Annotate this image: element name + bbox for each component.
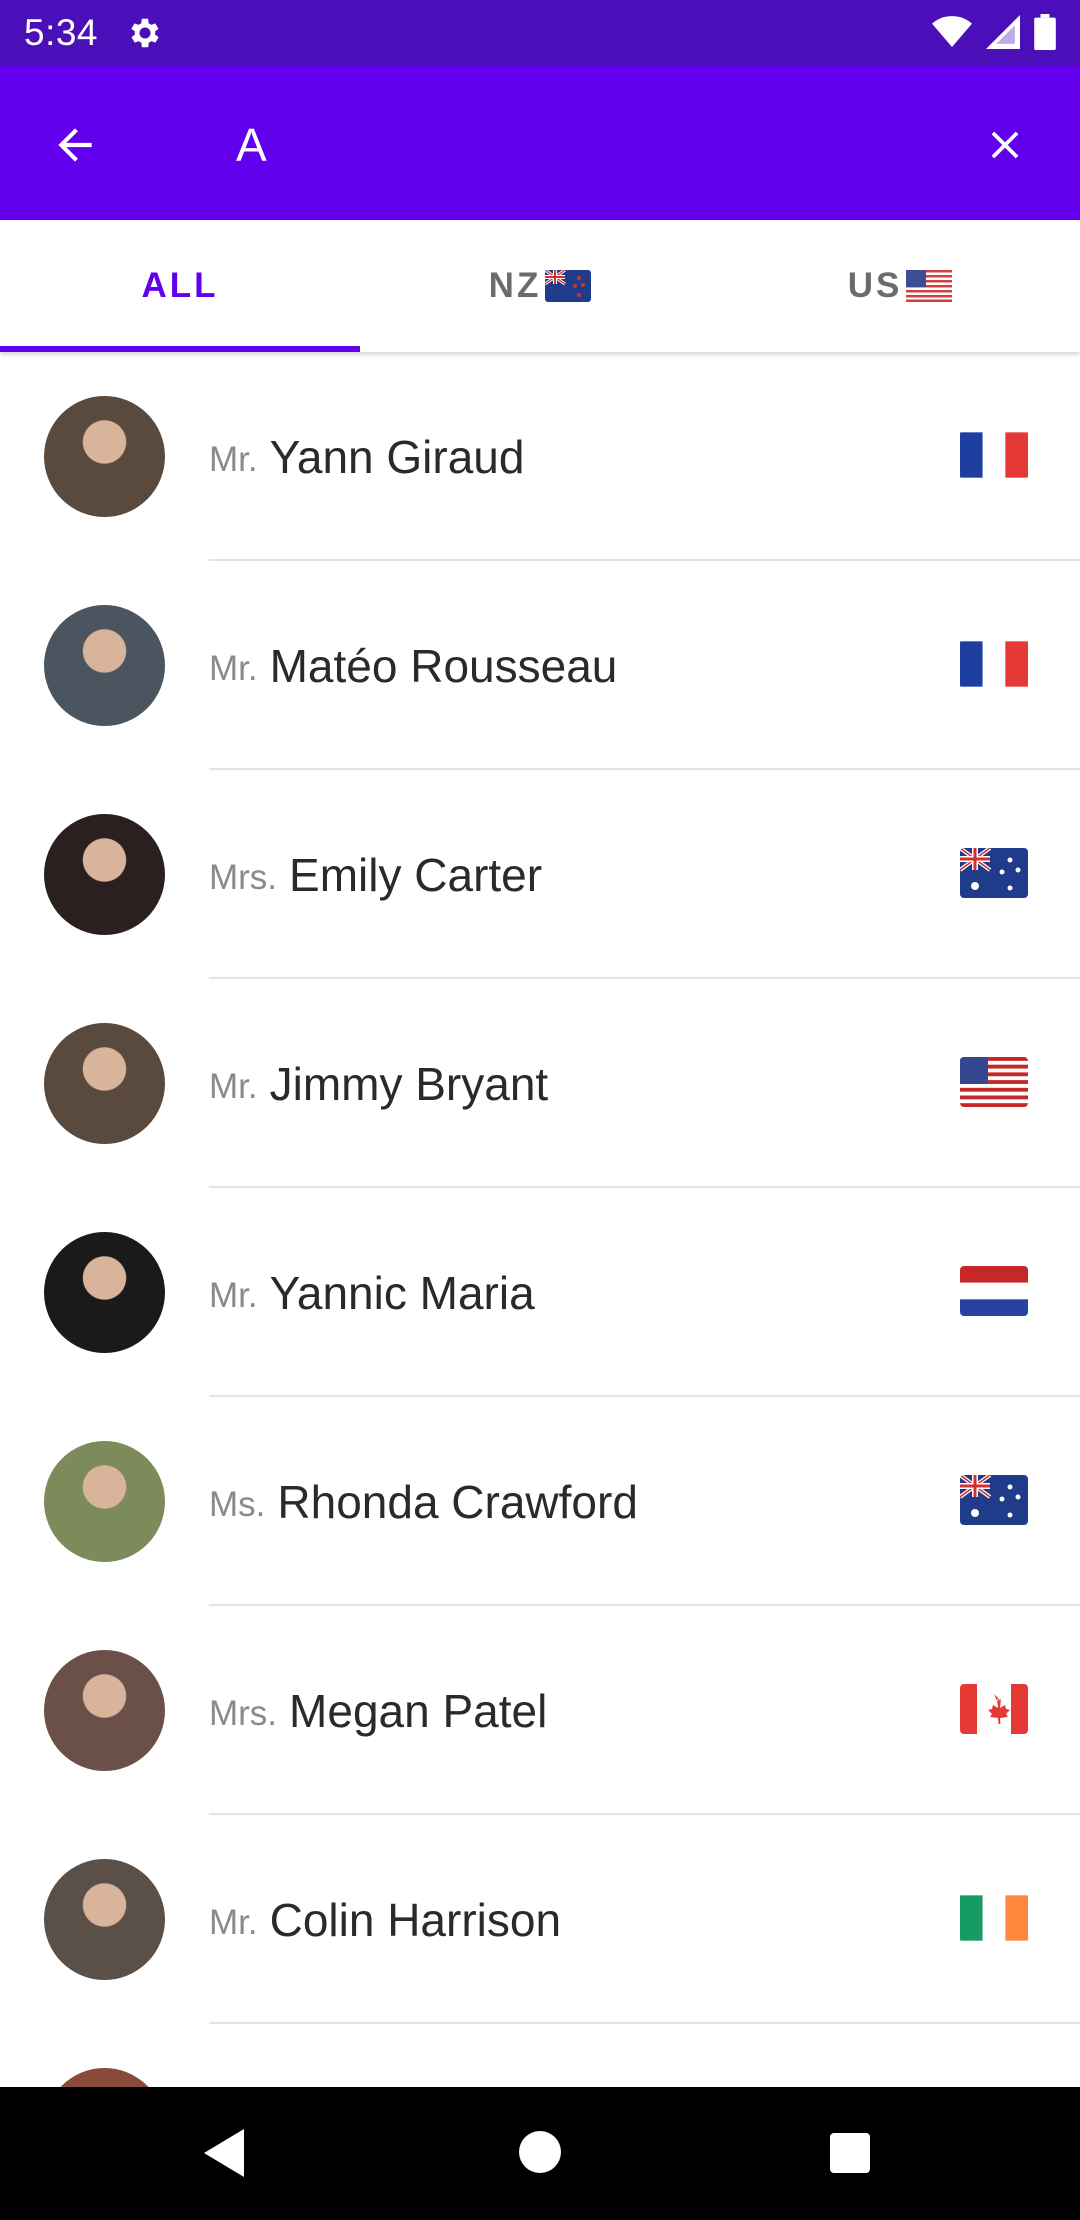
contact-name-wrap: Mr. Matéo Rousseau <box>209 561 617 770</box>
status-time: 5:34 <box>24 12 99 53</box>
search-input[interactable] <box>236 110 936 180</box>
tab-us[interactable]: US <box>720 220 1080 352</box>
contact-list: Mr. Yann Giraud Mr. Matéo Rousseau Mrs. Emily… <box>0 352 1080 2087</box>
clear-search-button[interactable] <box>970 110 1040 180</box>
contact-row[interactable]: Mr. Colin Harrison <box>0 1815 1080 2024</box>
contact-row[interactable]: Mr. Jimmy Bryant <box>0 979 1080 1188</box>
tab-label: ALL <box>141 266 219 305</box>
avatar <box>44 1232 165 1353</box>
tab-all[interactable]: ALL <box>0 220 360 352</box>
nav-recents-button[interactable] <box>830 2133 870 2173</box>
avatar <box>44 1441 165 1562</box>
avatar <box>44 1650 165 1771</box>
flag-ie-icon <box>960 1893 1028 1943</box>
contact-name-wrap: Mrs. Emily Carter <box>209 770 542 979</box>
contact-name: Yannic Maria <box>269 1266 535 1319</box>
contact-title: Mr. <box>209 439 258 479</box>
contact-title: Mrs. <box>209 1693 278 1733</box>
flag-au-icon <box>960 848 1028 898</box>
contact-name: Colin Harrison <box>269 1893 562 1946</box>
contact-name-wrap: Mr. Jimmy Bryant <box>209 979 548 1188</box>
flag-us-icon <box>960 1057 1028 1107</box>
flag-au-icon <box>960 1475 1028 1525</box>
avatar <box>44 2068 165 2087</box>
contact-row[interactable]: Mr. Yann Giraud <box>0 352 1080 561</box>
contact-name: Emily Carter <box>289 848 543 901</box>
settings-gear-icon <box>126 14 164 52</box>
wifi-icon <box>932 15 972 54</box>
avatar <box>44 814 165 935</box>
contact-name-wrap: Mrs. Megan Patel <box>209 1606 547 1815</box>
status-bar: 5:34 <box>0 0 1080 66</box>
avatar <box>44 1023 165 1144</box>
contact-title: Mr. <box>209 648 258 688</box>
contact-row[interactable] <box>0 2024 1080 2087</box>
contact-row[interactable]: Ms. Rhonda Crawford <box>0 1397 1080 1606</box>
tab-label: NZ <box>488 266 542 305</box>
system-nav-bar <box>0 2087 1080 2220</box>
flag-nl-icon <box>960 1266 1028 1316</box>
tab-nz[interactable]: NZ <box>360 220 720 352</box>
contact-name: Matéo Rousseau <box>269 639 618 692</box>
contact-name: Rhonda Crawford <box>277 1475 638 1528</box>
close-icon <box>991 131 1019 159</box>
nav-home-button[interactable] <box>519 2131 561 2173</box>
country-tabs: ALL NZ US <box>0 220 1080 352</box>
contact-name: Jimmy Bryant <box>269 1057 549 1110</box>
contact-row[interactable]: Mr. Matéo Rousseau <box>0 561 1080 770</box>
contact-name-wrap: Mr. Yann Giraud <box>209 352 524 561</box>
contact-name-wrap: Mr. Colin Harrison <box>209 1815 561 2024</box>
contact-title: Mr. <box>209 1066 258 1106</box>
contact-title: Mr. <box>209 1902 258 1942</box>
avatar <box>44 605 165 726</box>
flag-nz-icon <box>544 268 592 302</box>
contact-row[interactable]: Mrs. Emily Carter <box>0 770 1080 979</box>
avatar <box>44 396 165 517</box>
arrow-back-icon <box>58 128 92 162</box>
flag-ca-icon <box>960 1684 1028 1734</box>
contact-row[interactable]: Mrs. Megan Patel <box>0 1606 1080 1815</box>
flag-fr-icon <box>960 639 1028 689</box>
back-button[interactable] <box>40 110 110 180</box>
contact-row[interactable]: Mr. Yannic Maria <box>0 1188 1080 1397</box>
contact-name: Yann Giraud <box>269 430 525 483</box>
contact-name-wrap: Ms. Rhonda Crawford <box>209 1397 638 1606</box>
contact-name: Megan Patel <box>289 1684 548 1737</box>
flag-fr-icon <box>960 430 1028 480</box>
flag-us-icon <box>906 270 953 302</box>
contact-title: Ms. <box>209 1484 266 1524</box>
contact-name-wrap: Mr. Yannic Maria <box>209 1188 535 1397</box>
nav-back-button[interactable] <box>200 2127 248 2184</box>
tab-label: US <box>847 266 903 305</box>
contact-title: Mrs. <box>209 857 278 897</box>
triangle-back-icon <box>204 2129 244 2177</box>
search-app-bar <box>0 66 1080 220</box>
avatar <box>44 1859 165 1980</box>
battery-icon <box>1034 14 1056 55</box>
contact-title: Mr. <box>209 1275 258 1315</box>
cell-signal-icon <box>986 15 1020 54</box>
